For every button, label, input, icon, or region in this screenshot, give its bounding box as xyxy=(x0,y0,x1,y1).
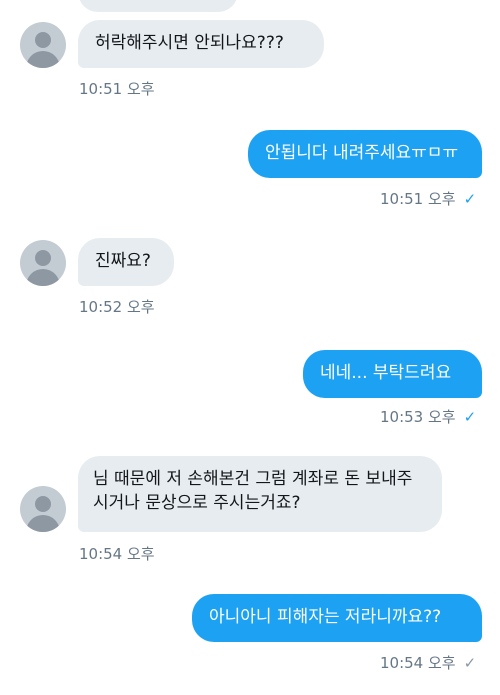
message-text: 님 때문에 저 손해본건 그럼 계좌로 돈 보내주시거나 문상으로 주시는거죠? xyxy=(93,469,413,513)
message-timestamp: 10:51 오후 ✓ xyxy=(380,190,477,208)
message-timestamp: 10:51 오후 xyxy=(79,80,155,98)
message-timestamp: 10:54 오후 xyxy=(79,545,155,563)
message-text: 허락해주시면 안되나요??? xyxy=(95,33,284,53)
message-timestamp: 10:53 오후 ✓ xyxy=(380,408,477,426)
avatar-body-icon xyxy=(26,269,60,286)
incoming-message[interactable]: 진짜요? xyxy=(78,238,174,286)
incoming-message[interactable]: 허락해주시면 안되나요??? xyxy=(78,20,324,68)
message-timestamp: 10:54 오후 ✓ xyxy=(380,654,477,672)
incoming-message[interactable]: 님 때문에 저 손해본건 그럼 계좌로 돈 보내주시거나 문상으로 주시는거죠? xyxy=(78,456,442,532)
avatar-head-icon xyxy=(35,32,51,48)
check-icon: ✓ xyxy=(463,190,477,208)
avatar-body-icon xyxy=(26,51,60,68)
avatar-head-icon xyxy=(35,250,51,266)
incoming-bubble-partial xyxy=(78,0,238,12)
avatar[interactable] xyxy=(20,22,66,68)
avatar[interactable] xyxy=(20,240,66,286)
message-text: 네네... 부탁드려요 xyxy=(320,363,452,383)
message-timestamp: 10:52 오후 xyxy=(79,298,155,316)
avatar-body-icon xyxy=(26,515,60,532)
message-text: 진짜요? xyxy=(95,251,151,271)
outgoing-message[interactable]: 네네... 부탁드려요 xyxy=(303,350,482,398)
outgoing-message[interactable]: 안됩니다 내려주세요ㅠㅁㅠ xyxy=(248,130,482,178)
check-icon: ✓ xyxy=(463,408,477,426)
outgoing-message[interactable]: 아니아니 피해자는 저라니까요?? xyxy=(192,594,482,642)
message-text: 안됩니다 내려주세요ㅠㅁㅠ xyxy=(265,143,459,163)
avatar[interactable] xyxy=(20,486,66,532)
message-text: 아니아니 피해자는 저라니까요?? xyxy=(209,607,442,627)
avatar-head-icon xyxy=(35,496,51,512)
check-icon: ✓ xyxy=(463,654,477,672)
